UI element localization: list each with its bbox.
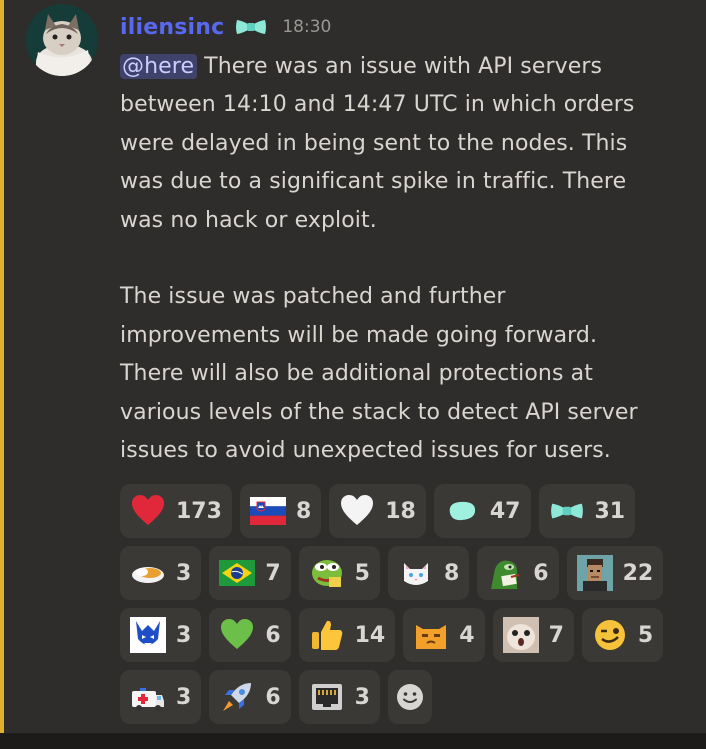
reaction-row: 173 8 18 47 31	[120, 484, 680, 538]
reaction-count: 18	[385, 498, 416, 524]
username[interactable]: iliensinc	[120, 15, 224, 40]
cat-avatar-icon	[26, 4, 98, 76]
message-header: iliensinc 18:30	[120, 10, 331, 44]
reaction-curry-bowl[interactable]: 3	[120, 546, 202, 600]
reaction-count: 3	[176, 560, 192, 586]
pepe-frog-icon	[309, 555, 345, 591]
red-heart-icon	[130, 493, 166, 529]
reaction-pepe-frog[interactable]: 5	[298, 546, 380, 600]
paragraph-line: was no hack or exploit.	[120, 207, 377, 233]
orange-cat-icon	[413, 617, 449, 653]
paragraph-line: issues to avoid unexpected issues for us…	[120, 438, 611, 464]
white-cat-icon	[398, 555, 434, 591]
bowtie-badge-icon	[234, 17, 268, 37]
rocket-icon	[219, 679, 255, 715]
reaction-row: 3 7 5 8 6 22	[120, 546, 680, 600]
curry-bowl-icon	[130, 555, 166, 591]
reaction-count: 31	[594, 498, 626, 524]
message-container: iliensinc 18:30 @here There was an issue…	[0, 0, 706, 733]
blue-wolf-icon	[130, 617, 166, 653]
paragraph-line: various levels of the stack to detect AP…	[120, 399, 638, 425]
green-heart-icon	[219, 617, 255, 653]
paragraph-line: There will also be additional protection…	[120, 361, 593, 387]
paragraph-line: @here There was an issue with API server…	[120, 48, 702, 86]
reaction-count: 47	[489, 498, 521, 524]
timestamp: 18:30	[282, 17, 332, 37]
ambulance-icon	[130, 679, 166, 715]
avatar[interactable]	[26, 4, 98, 76]
add-reaction-button[interactable]	[387, 670, 432, 724]
reaction-count: 14	[354, 622, 386, 648]
reaction-count: 6	[265, 684, 281, 710]
paragraph-line: The issue was patched and further	[120, 284, 506, 310]
reaction-rocket[interactable]: 6	[209, 670, 291, 724]
reaction-row: 3 6 14 4 7 5	[120, 608, 680, 662]
reaction-count: 5	[354, 560, 370, 586]
reaction-thumbs-up[interactable]: 14	[298, 608, 396, 662]
reaction-row: 3 6 3	[120, 670, 680, 724]
paragraph-line: between 14:10 and 14:47 UTC in which ord…	[120, 92, 635, 118]
reaction-pixel-avatar[interactable]: 22	[566, 546, 664, 600]
reaction-count: 6	[533, 560, 549, 586]
reaction-slovenia-flag[interactable]: 8	[239, 484, 322, 538]
teal-bowtie-icon	[549, 493, 585, 529]
reaction-count: 22	[622, 560, 654, 586]
add-reaction-smiley-icon	[396, 684, 423, 710]
reaction-count: 5	[637, 622, 654, 648]
winking-face-icon	[592, 617, 628, 653]
line-text: There was an issue with API servers	[197, 54, 603, 79]
reaction-red-heart[interactable]: 173	[120, 484, 232, 538]
reaction-count: 7	[548, 622, 564, 648]
reaction-teal-blob[interactable]: 47	[433, 484, 531, 538]
reaction-pepe-note[interactable]: 6	[477, 546, 559, 600]
white-heart-icon	[339, 493, 375, 529]
reaction-count: 8	[443, 560, 460, 586]
mention-here[interactable]: @here	[120, 54, 198, 79]
bottom-strip	[0, 733, 706, 749]
reaction-count: 173	[176, 498, 222, 524]
reaction-white-cat[interactable]: 8	[387, 546, 470, 600]
reaction-teal-bowtie[interactable]: 31	[538, 484, 636, 538]
reaction-count: 3	[176, 622, 192, 648]
paragraph-line: improvements will be made going forward.	[120, 322, 598, 348]
reaction-count: 3	[354, 684, 370, 710]
reaction-brazil-flag[interactable]: 7	[209, 546, 291, 600]
teal-blob-icon	[444, 493, 480, 529]
reaction-orange-cat[interactable]: 4	[403, 608, 485, 662]
brazil-flag-icon	[219, 555, 256, 591]
reaction-winking-face[interactable]: 5	[581, 608, 664, 662]
pepe-note-icon	[487, 555, 523, 591]
thumbs-up-icon	[309, 617, 345, 653]
ethernet-port-icon	[309, 679, 345, 715]
reaction-ethernet-port[interactable]: 3	[298, 670, 380, 724]
reaction-blue-wolf[interactable]: 3	[120, 608, 202, 662]
hamster-icon	[502, 617, 539, 653]
reaction-count: 6	[265, 622, 281, 648]
reaction-count: 7	[265, 560, 281, 586]
slovenia-flag-icon	[249, 493, 286, 529]
reaction-count: 8	[295, 498, 312, 524]
reactions-bar: 173 8 18 47 31 3 7 5 8 6 22 3 6 14 4 7 5…	[120, 484, 680, 732]
reaction-count: 4	[459, 622, 475, 648]
pixel-avatar-icon	[576, 555, 613, 591]
reaction-green-heart[interactable]: 6	[209, 608, 291, 662]
reaction-count: 3	[176, 684, 192, 710]
message-content: @here There was an issue with API server…	[120, 48, 702, 470]
reaction-ambulance[interactable]: 3	[120, 670, 202, 724]
paragraph-line: was due to a significant spike in traffi…	[120, 169, 627, 195]
reaction-white-heart[interactable]: 18	[329, 484, 426, 538]
paragraph-line: were delayed in being sent to the nodes.…	[120, 130, 628, 156]
reaction-hamster[interactable]: 7	[492, 608, 574, 662]
